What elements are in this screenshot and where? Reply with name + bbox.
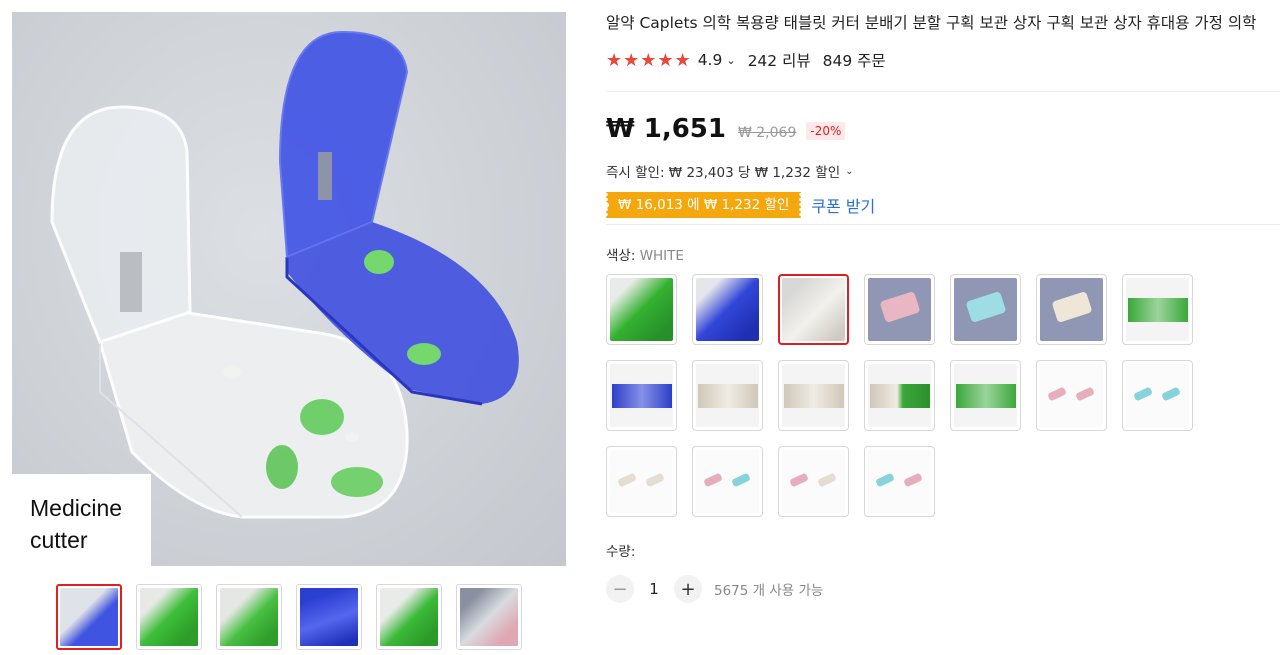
swatch-green[interactable]: [606, 274, 677, 345]
instant-discount[interactable]: 즉시 할인: ₩ 23,403 당 ₩ 1,232 할인 ⌄: [606, 160, 1280, 182]
star-rating-icon: ★★★★★: [606, 49, 692, 71]
review-count[interactable]: 242 리뷰: [748, 49, 811, 71]
thumbnail-strip: [56, 584, 522, 650]
swatch-cyan[interactable]: [950, 274, 1021, 345]
swatch-pink-cyan-pair[interactable]: [692, 446, 763, 517]
increment-button[interactable]: +: [674, 575, 702, 603]
coupon-badge: ₩ 16,013 에 ₩ 1,232 할인: [603, 192, 804, 218]
swatch-green-pair-2[interactable]: [950, 360, 1021, 431]
chevron-down-icon[interactable]: ⌄: [726, 54, 735, 67]
caption-text: Medicine cutter: [30, 495, 123, 553]
swatch-beige[interactable]: [1036, 274, 1107, 345]
discount-badge: -20%: [806, 122, 846, 140]
decrement-button[interactable]: −: [606, 575, 634, 603]
available-count: 5675 개 사용 가능: [714, 583, 824, 599]
swatch-green-white-pair[interactable]: [864, 360, 935, 431]
color-label: 색상: WHITE: [606, 244, 1280, 264]
main-product-image[interactable]: Medicine cutter: [12, 12, 566, 566]
current-price: ₩ 1,651: [606, 114, 726, 144]
quantity-label: 수량:: [606, 544, 636, 560]
swatch-pink[interactable]: [864, 274, 935, 345]
swatch-blue-pair[interactable]: [606, 360, 677, 431]
get-coupon-link[interactable]: 쿠폰 받기: [811, 193, 875, 217]
thumbnail-5[interactable]: [376, 584, 442, 650]
swatch-blue[interactable]: [692, 274, 763, 345]
image-caption: Medicine cutter: [12, 474, 151, 566]
coupon-row: ₩ 16,013 에 ₩ 1,232 할인 쿠폰 받기: [603, 191, 1280, 219]
price-row: ₩ 1,651 ₩ 2,069 -20%: [606, 114, 1280, 150]
selected-color: WHITE: [639, 248, 684, 264]
swatch-green-pair[interactable]: [1122, 274, 1193, 345]
swatch-cyan-pair[interactable]: [1122, 360, 1193, 431]
swatch-white-pair-2[interactable]: [778, 360, 849, 431]
divider: [606, 224, 1280, 225]
thumbnail-3[interactable]: [216, 584, 282, 650]
instant-discount-text: 즉시 할인: ₩ 23,403 당 ₩ 1,232 할인: [606, 165, 841, 181]
quantity-value[interactable]: 1: [634, 580, 674, 598]
rating-row: ★★★★★ 4.9 ⌄ 242 리뷰 849 주문: [606, 48, 1280, 72]
swatch-white-pair[interactable]: [692, 360, 763, 431]
swatch-pink-white-pair[interactable]: [778, 446, 849, 517]
thumbnail-1[interactable]: [56, 584, 122, 650]
swatch-white[interactable]: [778, 274, 849, 345]
order-count: 849 주문: [822, 52, 886, 70]
swatch-white-pair-3[interactable]: [606, 446, 677, 517]
color-label-text: 색상:: [606, 248, 640, 264]
thumbnail-4[interactable]: [296, 584, 362, 650]
quantity-stepper: − 1 + 5675 개 사용 가능: [606, 574, 1280, 604]
chevron-down-icon[interactable]: ⌄: [845, 166, 853, 177]
swatch-pink-pair[interactable]: [1036, 360, 1107, 431]
swatch-cyan-pink-pair[interactable]: [864, 446, 935, 517]
original-price: ₩ 2,069: [737, 125, 797, 141]
color-swatch-grid: [606, 274, 1280, 517]
thumbnail-6[interactable]: [456, 584, 522, 650]
divider: [606, 91, 1280, 92]
thumbnail-2[interactable]: [136, 584, 202, 650]
rating-score[interactable]: 4.9: [698, 51, 723, 69]
product-info-panel: 알약 Caplets 의학 복용량 태블릿 커터 분배기 분할 구획 보관 상자…: [603, 0, 1280, 604]
product-title: 알약 Caplets 의학 복용량 태블릿 커터 분배기 분할 구획 보관 상자…: [606, 14, 1257, 32]
